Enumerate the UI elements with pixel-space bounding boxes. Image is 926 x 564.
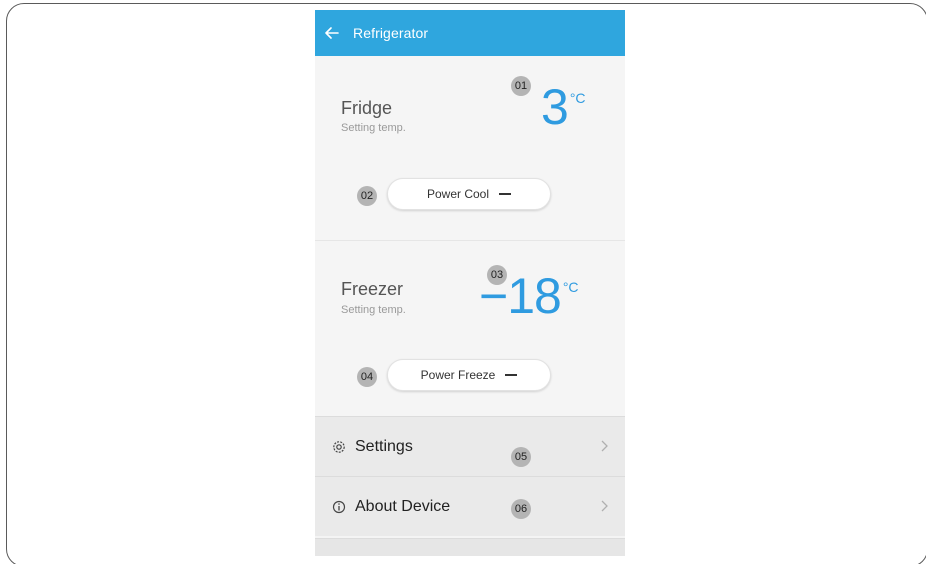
marker-02: 02 — [357, 186, 377, 206]
app-bar: Refrigerator — [315, 10, 625, 56]
fridge-temp-value: 3 — [541, 79, 569, 135]
fridge-subtitle: Setting temp. — [341, 122, 406, 134]
about-device-label: About Device — [355, 497, 451, 515]
freezer-label: Freezer — [341, 279, 404, 299]
gear-icon — [331, 439, 347, 455]
freezer-temperature[interactable]: −18 °C — [479, 271, 579, 321]
fridge-label: Fridge — [341, 98, 393, 118]
minus-icon — [499, 193, 512, 195]
phone-screen: Refrigerator Fridge Setting temp. 01 3 °… — [315, 10, 625, 556]
marker-05: 05 — [511, 447, 531, 467]
freezer-card: Freezer Setting temp. 03 −18 °C 04 Power… — [315, 240, 625, 416]
freezer-temp-unit: °C — [562, 279, 579, 295]
page-title: Refrigerator — [353, 25, 429, 41]
settings-label: Settings — [355, 437, 413, 455]
marker-04: 04 — [357, 367, 377, 387]
freezer-temp-value: −18 — [479, 268, 562, 324]
arrow-left-icon[interactable] — [325, 24, 343, 42]
power-cool-label: Power Cool — [426, 187, 490, 201]
about-device-row[interactable]: About Device 06 — [315, 476, 625, 536]
info-icon — [331, 499, 347, 515]
marker-06: 06 — [511, 499, 531, 519]
fridge-temperature[interactable]: 3 °C — [541, 82, 586, 132]
fridge-card: Fridge Setting temp. 01 3 °C 02 Power Co… — [315, 56, 625, 240]
bottom-strip — [315, 538, 625, 556]
power-cool-button[interactable]: Power Cool — [387, 178, 551, 210]
power-freeze-label: Power Freeze — [420, 368, 496, 382]
settings-row[interactable]: Settings 05 — [315, 416, 625, 476]
freezer-subtitle: Setting temp. — [341, 304, 406, 316]
chevron-right-icon — [601, 440, 608, 452]
minus-icon — [505, 374, 518, 376]
marker-01: 01 — [511, 76, 531, 96]
power-freeze-button[interactable]: Power Freeze — [387, 359, 551, 391]
chevron-right-icon — [601, 500, 608, 512]
fridge-temp-unit: °C — [569, 90, 586, 106]
